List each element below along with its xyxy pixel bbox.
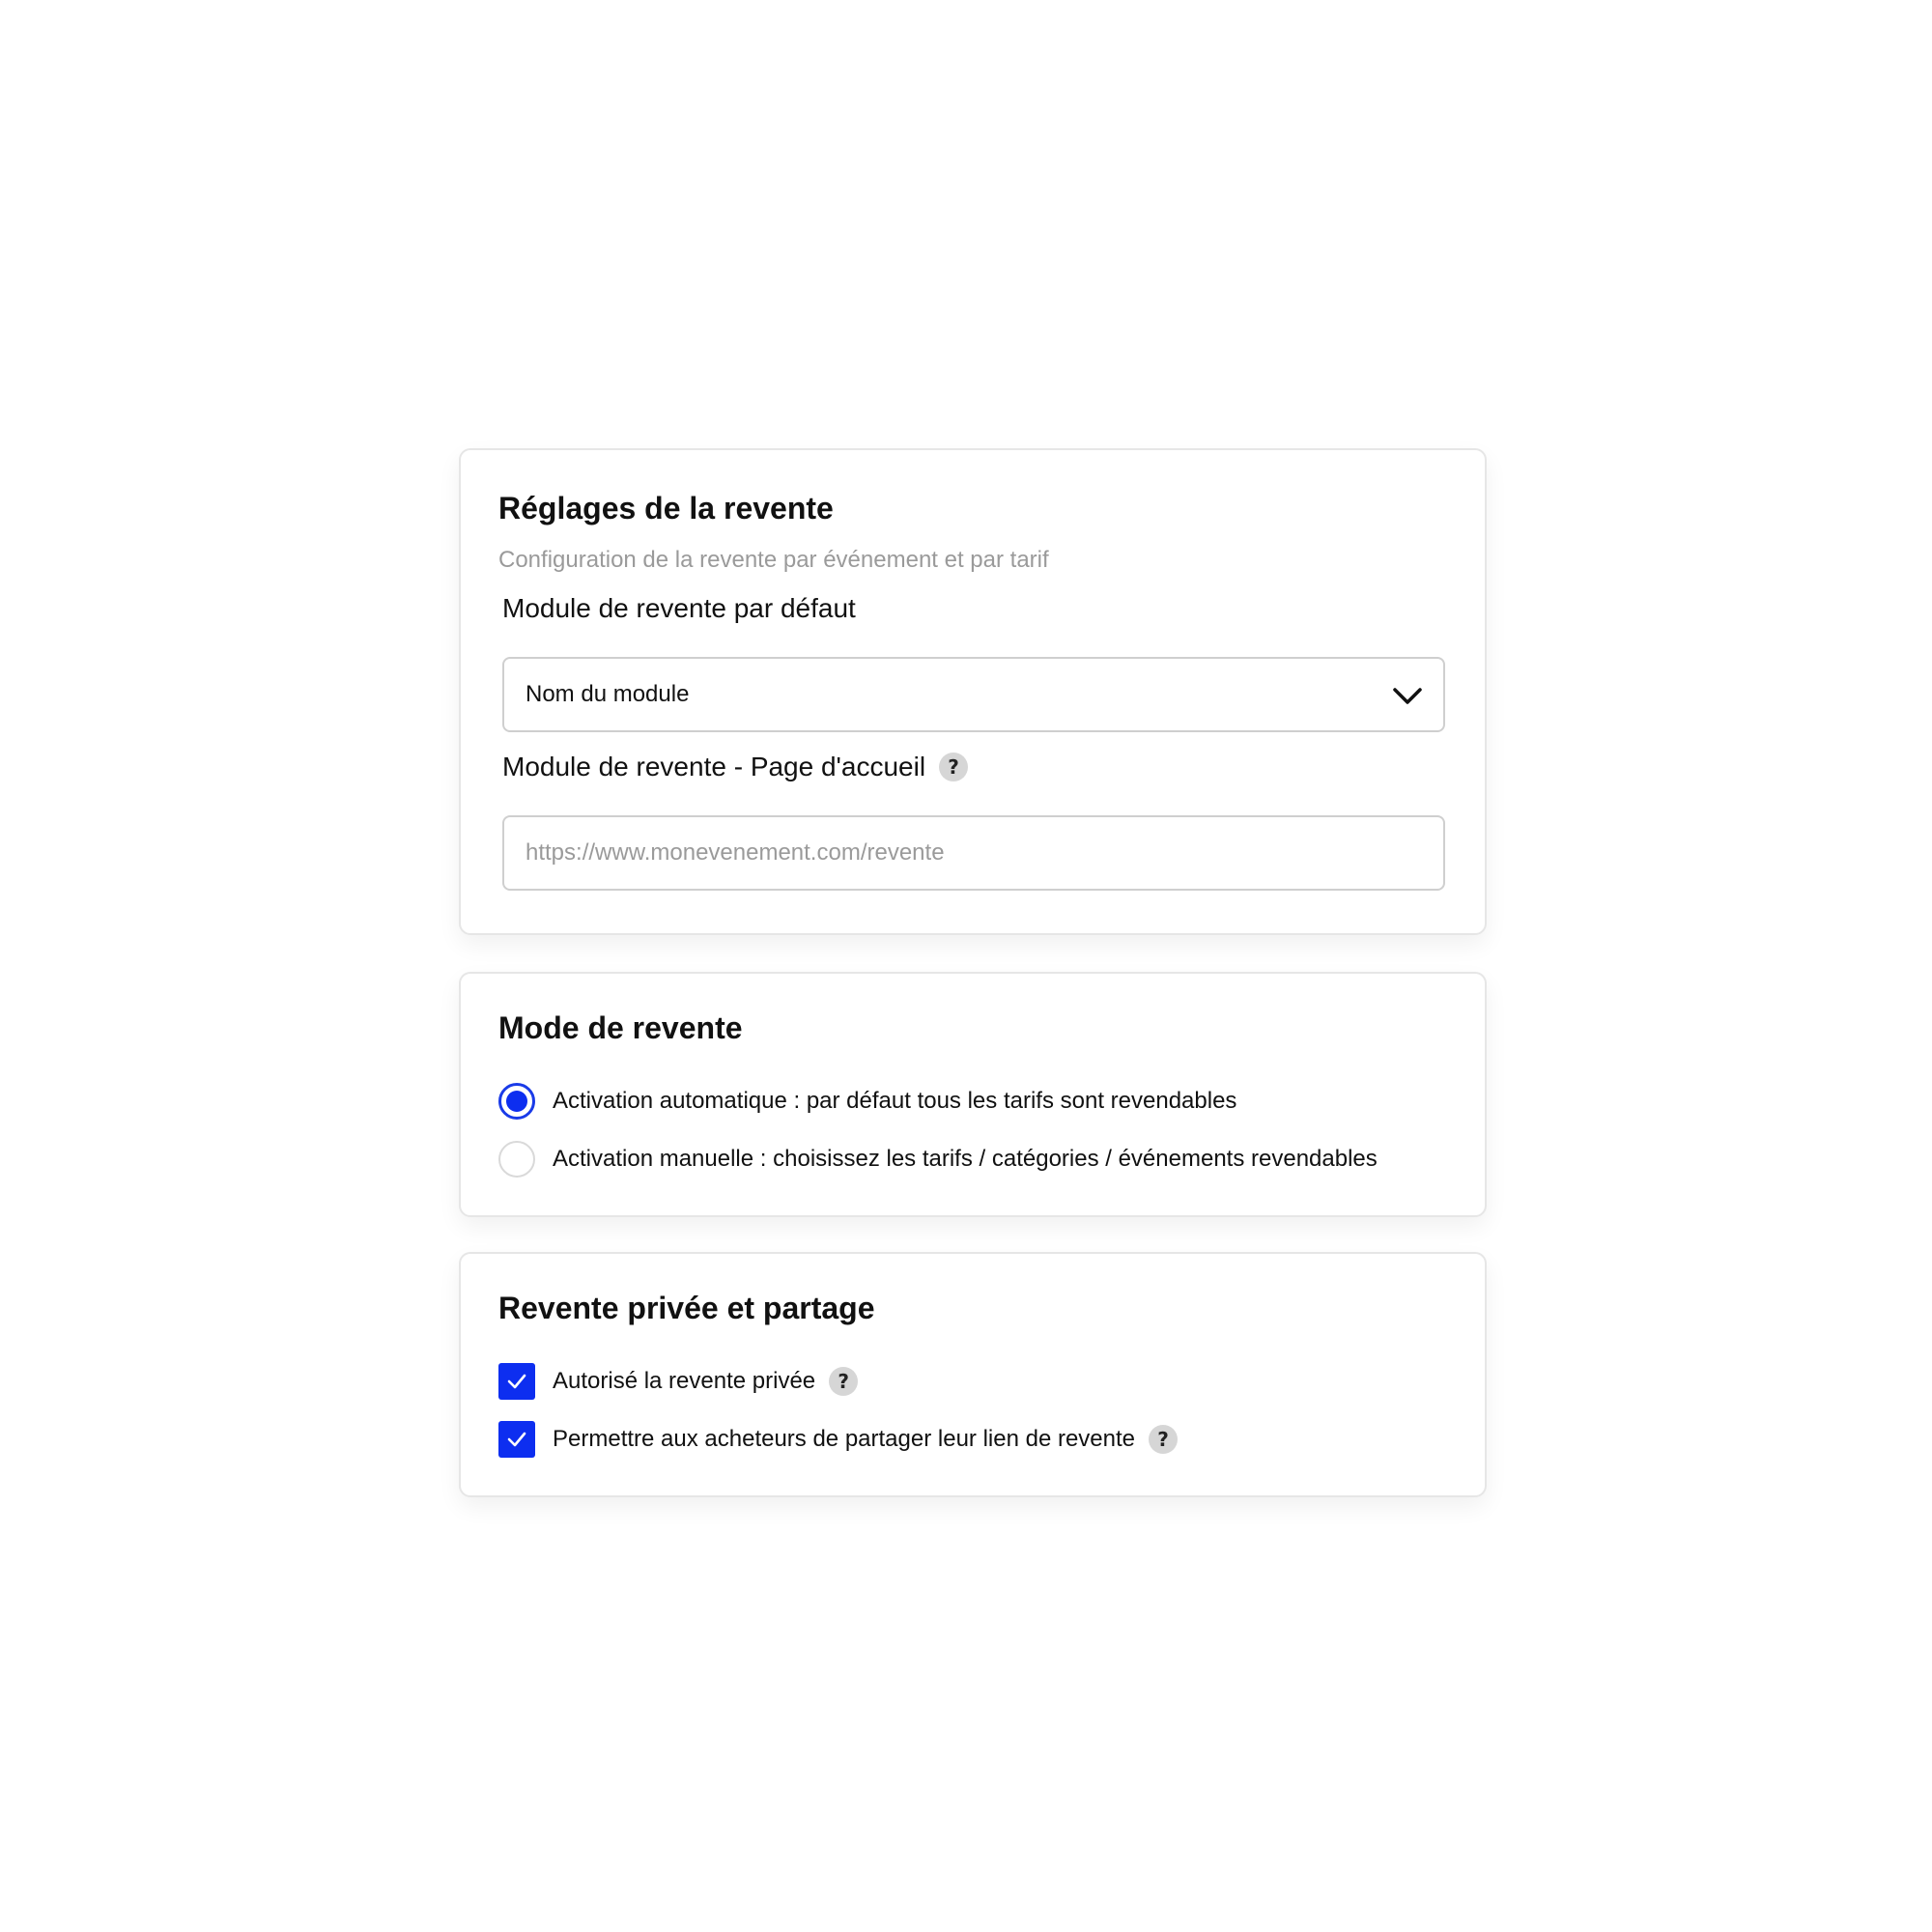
- private-resale-card: Revente privée et partage Autorisé la re…: [459, 1252, 1487, 1497]
- help-icon[interactable]: ?: [939, 753, 969, 781]
- checkmark-icon: [507, 1374, 526, 1389]
- checkbox-option-private-resale[interactable]: Autorisé la revente privée ?: [498, 1362, 859, 1401]
- resale-settings-card: Réglages de la revente Configuration de …: [459, 448, 1487, 935]
- homepage-url-input[interactable]: [504, 817, 1443, 889]
- settings-card-title: Réglages de la revente: [498, 491, 834, 526]
- help-icon[interactable]: ?: [829, 1367, 859, 1396]
- checkbox-option-share-link[interactable]: Permettre aux acheteurs de partager leur…: [498, 1420, 1179, 1459]
- radio-option-automatic[interactable]: Activation automatique : par défaut tous…: [498, 1082, 1236, 1121]
- checkbox-share-link[interactable]: [498, 1421, 535, 1458]
- help-icon[interactable]: ?: [1149, 1425, 1179, 1454]
- homepage-module-label-text: Module de revente - Page d'accueil: [502, 752, 926, 781]
- resale-mode-card: Mode de revente Activation automatique :…: [459, 972, 1487, 1217]
- radio-option-manual[interactable]: Activation manuelle : choisissez les tar…: [498, 1140, 1378, 1179]
- checkbox-private-resale-label: Autorisé la revente privée: [553, 1368, 816, 1394]
- default-module-label-text: Module de revente par défaut: [502, 593, 856, 623]
- homepage-url-field-wrapper: [502, 815, 1445, 891]
- checkbox-share-link-label: Permettre aux acheteurs de partager leur…: [553, 1426, 1136, 1452]
- checkmark-icon: [507, 1432, 526, 1447]
- radio-selected-dot: [506, 1091, 527, 1112]
- radio-manual-label: Activation manuelle : choisissez les tar…: [553, 1146, 1378, 1172]
- chevron-down-icon: [1393, 688, 1422, 704]
- default-module-selected-value: Nom du module: [526, 681, 690, 707]
- default-module-label: Module de revente par défaut: [502, 591, 856, 626]
- radio-automatic-label: Activation automatique : par défaut tous…: [553, 1088, 1237, 1114]
- settings-card-subtitle: Configuration de la revente par événemen…: [498, 547, 1049, 573]
- checkbox-private-resale[interactable]: [498, 1363, 535, 1400]
- private-card-title: Revente privée et partage: [498, 1291, 875, 1325]
- default-module-select[interactable]: Nom du module: [502, 657, 1445, 732]
- mode-card-title: Mode de revente: [498, 1010, 743, 1045]
- radio-automatic[interactable]: [498, 1083, 535, 1120]
- homepage-module-label: Module de revente - Page d'accueil ?: [502, 750, 969, 784]
- radio-manual[interactable]: [498, 1141, 535, 1178]
